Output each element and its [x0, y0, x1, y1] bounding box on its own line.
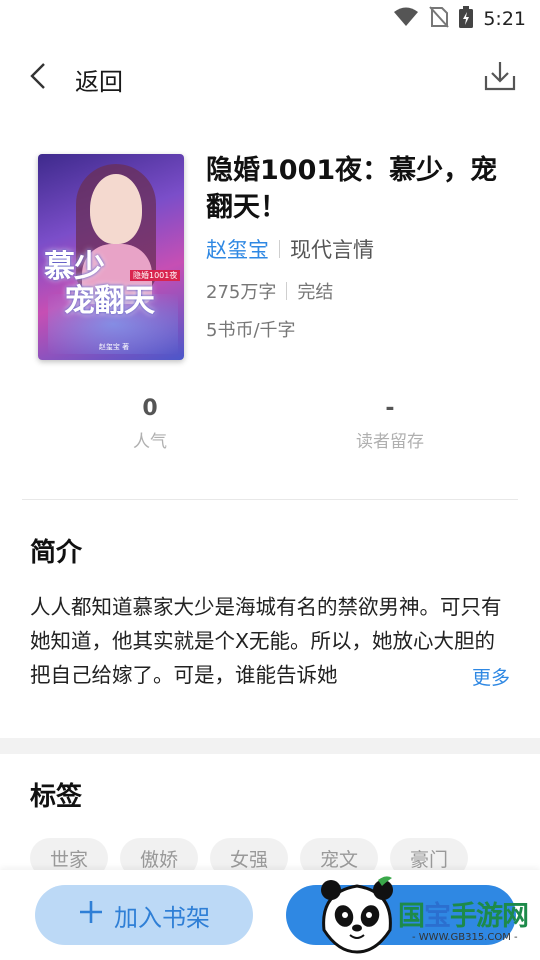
stat-value: -: [385, 396, 395, 421]
price-label: 5书币/千字: [206, 320, 296, 341]
nav-bar: 返回: [0, 46, 540, 110]
book-cover[interactable]: 慕少 宠翻天 隐婚1001夜 赵玺宝 著: [38, 154, 184, 360]
section-divider: [22, 499, 518, 500]
stat-label: 读者留存: [356, 432, 424, 452]
word-count: 275万字: [206, 282, 277, 303]
download-icon: [483, 60, 517, 96]
cover-author: 赵玺宝 著: [98, 343, 130, 351]
intro-heading: 简介: [30, 538, 83, 568]
divider: [279, 240, 280, 258]
watermark-url: - WWW.GB315.COM -: [412, 932, 518, 943]
chevron-left-icon: [28, 61, 48, 95]
stat-value: 0: [142, 396, 158, 421]
more-link[interactable]: 更多: [470, 663, 511, 690]
back-button[interactable]: [18, 58, 58, 98]
words-status-row: 275万字 完结: [206, 278, 333, 304]
panda-icon: [316, 872, 398, 954]
author-genre-row: 赵玺宝 现代言情: [206, 234, 374, 264]
price-row: 5书币/千字: [206, 316, 296, 342]
battery-charging-icon: [459, 6, 474, 32]
status-time: 5:21: [483, 8, 526, 30]
author-link[interactable]: 赵玺宝: [206, 234, 269, 264]
no-sim-icon: [429, 6, 450, 32]
download-button[interactable]: [480, 58, 520, 98]
watermark-name: 国宝手游网: [398, 901, 529, 932]
stat-popularity: 0 人气: [30, 396, 270, 452]
cover-title: 慕少 宠翻天: [44, 249, 155, 319]
back-label[interactable]: 返回: [75, 62, 123, 97]
stat-label: 人气: [133, 432, 167, 452]
add-to-shelf-label: 加入书架: [114, 903, 210, 932]
completion-status: 完结: [297, 282, 334, 303]
status-bar: 5:21: [0, 0, 540, 36]
tags-heading: 标签: [30, 782, 83, 812]
plus-icon: [78, 899, 104, 931]
genre-label: 现代言情: [290, 238, 374, 262]
watermark-logo: 国宝手游网 - WWW.GB315.COM -: [306, 870, 540, 960]
book-title: 隐婚1001夜：慕少，宠翻天！: [206, 155, 498, 223]
divider: [286, 282, 288, 300]
stat-retention: - 读者留存: [270, 396, 510, 452]
section-gap: [0, 738, 540, 754]
wifi-icon: [393, 6, 419, 32]
cover-badge: 隐婚1001夜: [130, 270, 181, 281]
add-to-shelf-button[interactable]: 加入书架: [35, 885, 253, 945]
